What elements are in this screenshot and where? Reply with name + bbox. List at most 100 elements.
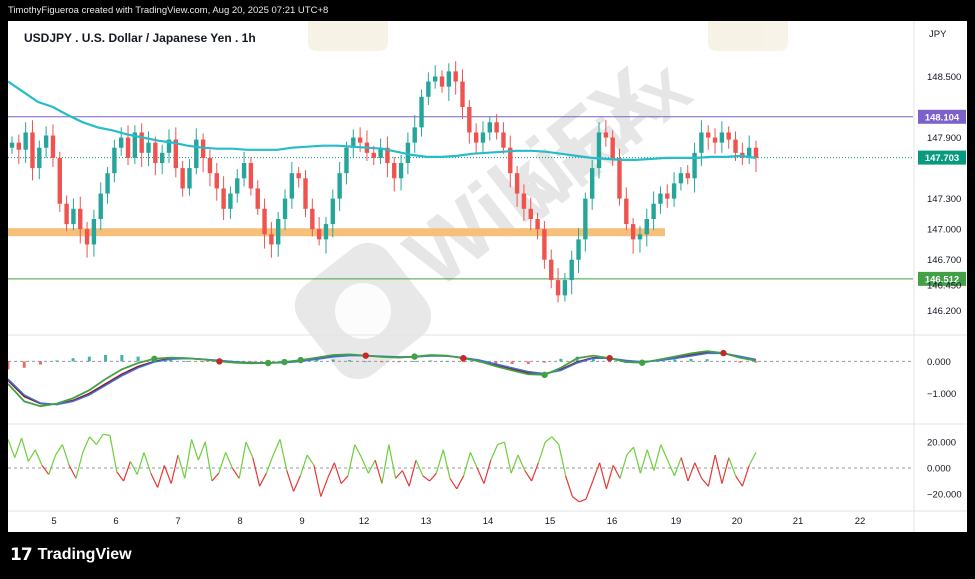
macd-histogram-bar xyxy=(201,361,205,363)
macd-histogram-bar xyxy=(22,361,26,368)
macd-histogram-bar xyxy=(380,361,384,363)
oscillator-segment xyxy=(524,470,533,482)
oscillator-segment xyxy=(197,441,206,461)
macd-histogram-bar xyxy=(705,359,709,362)
macd-histogram-bar xyxy=(445,361,449,362)
tradingview-logo-icon: 17 xyxy=(10,545,33,565)
tradingview-logo[interactable]: 17 TradingView xyxy=(10,545,132,565)
oscillator-segment xyxy=(381,444,390,484)
candle-body xyxy=(733,139,738,153)
candle-body xyxy=(644,219,649,235)
candle-body xyxy=(78,208,83,230)
tradingview-logo-text: TradingView xyxy=(37,546,132,563)
candle-body xyxy=(159,152,165,163)
candle-body xyxy=(207,157,213,174)
time-axis[interactable]: 5 6 7 8 9 12 13 14 15 16 19 20 21 22 xyxy=(51,516,865,527)
oscillator-segment xyxy=(544,436,553,443)
oscillator-segment xyxy=(272,439,281,456)
oscillator-segment xyxy=(21,437,29,462)
candle-body xyxy=(180,168,185,189)
price-axis[interactable]: 148.104146.512147.703148.500147.900147.3… xyxy=(918,72,966,501)
time-tick-label: 5 xyxy=(51,516,56,527)
candle-body xyxy=(98,193,103,219)
macd-histogram-bar xyxy=(104,355,108,362)
screenshot-frame: TimothyFigueroa created with TradingView… xyxy=(0,0,975,579)
macd-histogram-bar xyxy=(39,361,43,365)
time-tick-label: 21 xyxy=(793,516,804,527)
oscillator-segment xyxy=(694,462,703,479)
oscillator-segment xyxy=(707,454,716,487)
oscillator-segment xyxy=(184,439,193,479)
oscillator-segment xyxy=(388,444,397,479)
candle-body xyxy=(337,173,342,199)
candle-body xyxy=(37,147,42,169)
macd-histogram-bar xyxy=(71,358,75,362)
oscillator-segment xyxy=(639,449,648,474)
candle-body xyxy=(330,198,336,225)
candle-body xyxy=(119,137,124,148)
oscillator-segment xyxy=(34,449,43,466)
chart-svg[interactable]: WikiFX WikiFX 148.104146.512147.703148.5… xyxy=(6,11,967,532)
candle-body xyxy=(426,81,431,97)
oscillator-segment xyxy=(75,452,84,479)
candle-body xyxy=(692,152,697,179)
candle-body xyxy=(194,139,199,169)
oscillator-segment xyxy=(286,470,295,492)
price-tag-label: 147.703 xyxy=(925,153,959,164)
candle-body xyxy=(221,188,226,209)
oscillator-segment xyxy=(55,444,63,456)
attribution-text: TimothyFigueroa created with TradingView… xyxy=(8,5,329,16)
candle-body xyxy=(139,132,144,153)
candle-body xyxy=(125,137,131,158)
price-tick-label: 146.450 xyxy=(927,281,961,292)
candle-body xyxy=(235,178,240,194)
time-tick-label: 16 xyxy=(607,516,618,527)
oscillator-segment xyxy=(735,475,743,487)
oscillator-segment xyxy=(299,454,308,476)
oscillator-segment xyxy=(626,446,635,456)
oscillator-segment xyxy=(367,459,376,474)
oscillator-segment xyxy=(395,470,403,479)
macd-histogram-bar xyxy=(608,361,612,363)
oscillator-segment xyxy=(306,454,315,466)
candle-body xyxy=(255,188,260,209)
oscillator-segment xyxy=(728,457,737,477)
oscillator-panel[interactable] xyxy=(7,433,913,503)
oscillator-segment xyxy=(231,467,240,479)
oscillator-segment xyxy=(442,449,451,479)
candle-body xyxy=(719,132,725,143)
candle-body xyxy=(487,122,492,133)
watermark-corner-logo-icon xyxy=(708,11,788,51)
macd-histogram-bar xyxy=(689,358,693,362)
chart-area[interactable]: WikiFX WikiFX 148.104 146.512 147.703 148.5… xyxy=(6,11,967,532)
macd-cross-marker xyxy=(151,355,158,363)
time-tick-label: 14 xyxy=(483,516,494,527)
oscillator-segment xyxy=(653,444,662,471)
oscillator-segment xyxy=(157,465,165,488)
price-tick-label: 146.700 xyxy=(927,255,961,266)
oscillator-segment xyxy=(449,478,458,490)
candle-body xyxy=(514,173,520,194)
oscillator-segment xyxy=(558,444,567,476)
oscillator-segment xyxy=(177,454,186,479)
candle-body xyxy=(569,259,574,281)
candle-body xyxy=(671,183,677,199)
candle-body xyxy=(712,137,718,143)
candle-body xyxy=(603,132,609,138)
watermark: WikiFX WikiFX xyxy=(294,11,788,380)
time-tick-label: 6 xyxy=(113,516,118,527)
oscillator-segment xyxy=(456,475,465,490)
time-tick-label: 7 xyxy=(175,516,180,527)
time-tick-label: 9 xyxy=(299,516,304,527)
price-tick-label: 147.000 xyxy=(927,225,961,236)
macd-cross-marker xyxy=(606,355,613,362)
macd-panel[interactable] xyxy=(6,349,913,408)
candle-body xyxy=(685,173,690,179)
oscillator-segment xyxy=(293,475,301,492)
currency-label: JPY xyxy=(929,29,947,40)
oscillator-segment xyxy=(673,457,682,477)
time-tick-label: 15 xyxy=(545,516,556,527)
candle-body xyxy=(658,193,663,204)
oscillator-segment xyxy=(347,444,356,476)
candle-body xyxy=(473,132,479,143)
